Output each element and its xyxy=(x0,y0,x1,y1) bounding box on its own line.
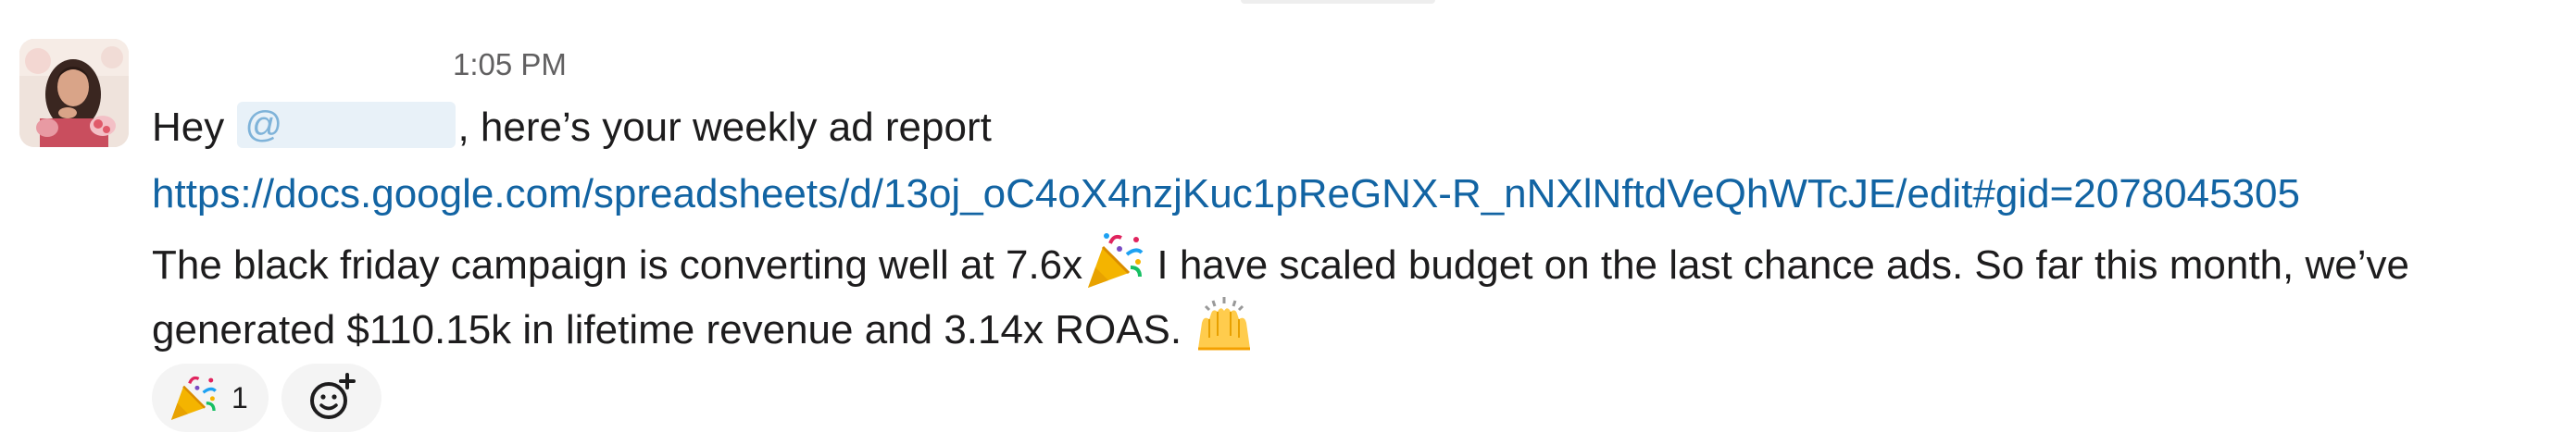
campaign-text-b: I have scaled budget on the last chance … xyxy=(1145,242,2409,288)
reaction-count: 1 xyxy=(231,380,248,414)
campaign-text-a: The black friday campaign is converting … xyxy=(152,242,1083,288)
revenue-text: generated $110.15k in lifetime revenue a… xyxy=(152,307,1182,352)
reaction-party-popper[interactable]: 1 xyxy=(152,364,269,432)
mention-at-symbol: @ xyxy=(244,105,283,145)
message-line-greeting: Hey @ , here’s your weekly ad report xyxy=(152,100,992,155)
add-emoji-icon xyxy=(309,373,356,419)
message-line-link: https://docs.google.com/spreadsheets/d/1… xyxy=(152,167,2300,222)
add-reaction-button[interactable] xyxy=(281,364,381,432)
message-line-revenue: generated $110.15k in lifetime revenue a… xyxy=(152,295,1256,358)
spreadsheet-link[interactable]: https://docs.google.com/spreadsheets/d/1… xyxy=(152,171,2300,216)
party-popper-icon xyxy=(167,372,219,424)
avatar-image xyxy=(19,39,129,147)
raising-hands-icon xyxy=(1193,295,1256,356)
top-shade xyxy=(1241,0,1435,4)
user-mention[interactable]: @ xyxy=(237,102,456,148)
greeting-prefix: Hey xyxy=(152,105,236,150)
party-popper-icon xyxy=(1082,230,1145,291)
greeting-suffix: , here’s your weekly ad report xyxy=(457,105,992,150)
reactions-bar: 1 xyxy=(152,364,381,432)
message-line-campaign: The black friday campaign is converting … xyxy=(152,230,2409,293)
user-avatar[interactable] xyxy=(19,39,129,147)
message-timestamp[interactable]: 1:05 PM xyxy=(453,46,567,83)
sender-name[interactable] xyxy=(154,44,450,83)
